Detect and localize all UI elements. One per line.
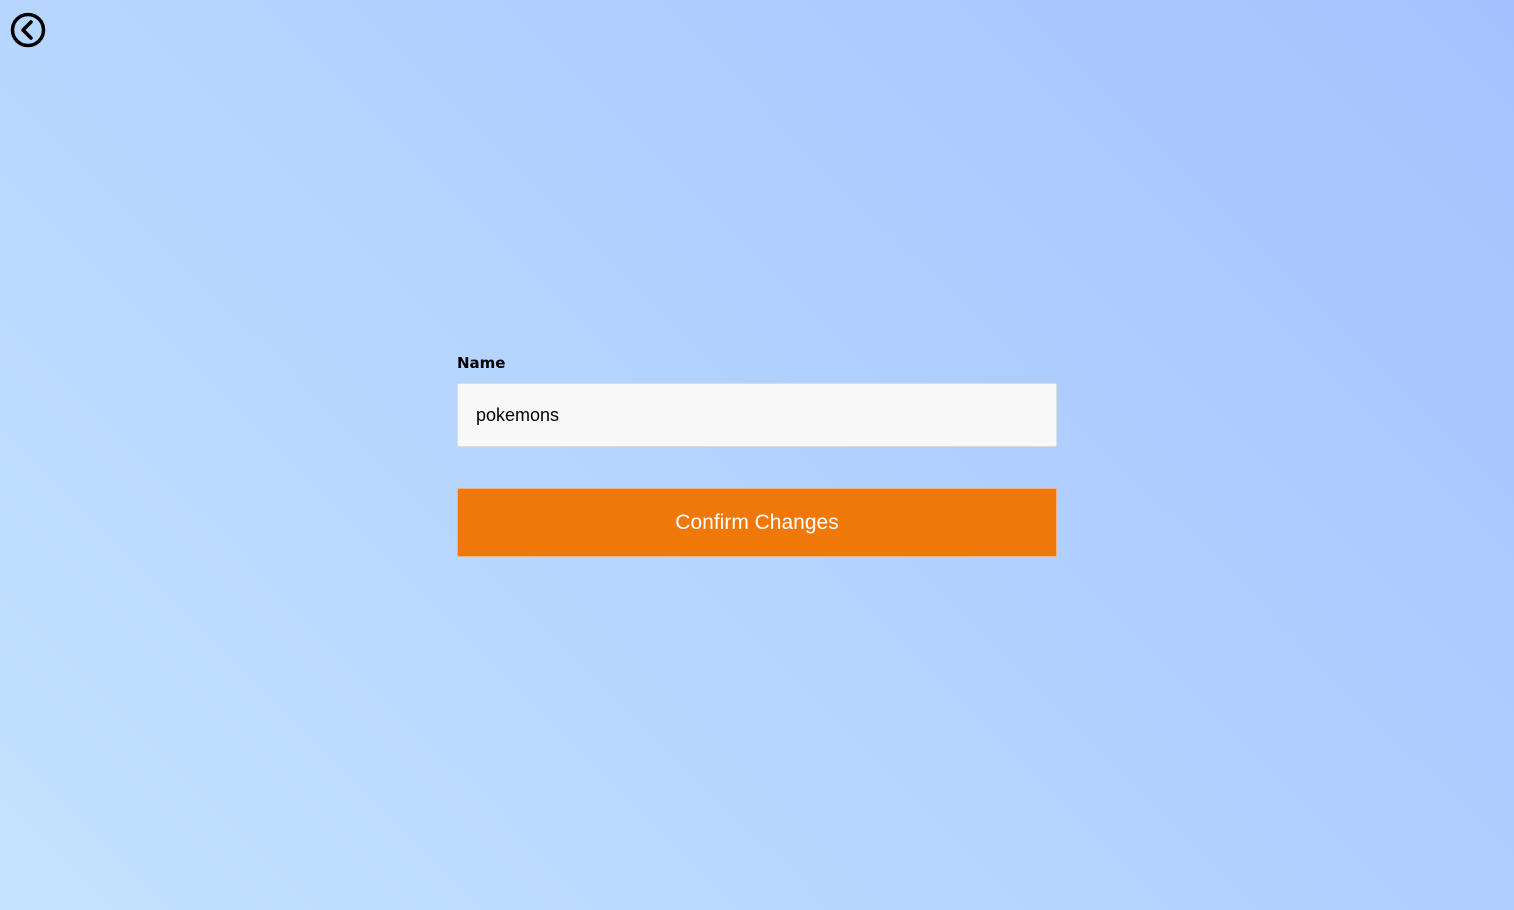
chevron-left-circle-icon bbox=[10, 12, 46, 48]
back-button[interactable] bbox=[10, 12, 46, 48]
edit-form: Name Confirm Changes bbox=[457, 352, 1057, 557]
confirm-changes-button[interactable]: Confirm Changes bbox=[457, 488, 1057, 557]
edit-page: { "colors": { "background_start": "#c3e3… bbox=[0, 0, 1514, 910]
name-input[interactable] bbox=[457, 383, 1057, 447]
name-label: Name bbox=[457, 354, 506, 372]
